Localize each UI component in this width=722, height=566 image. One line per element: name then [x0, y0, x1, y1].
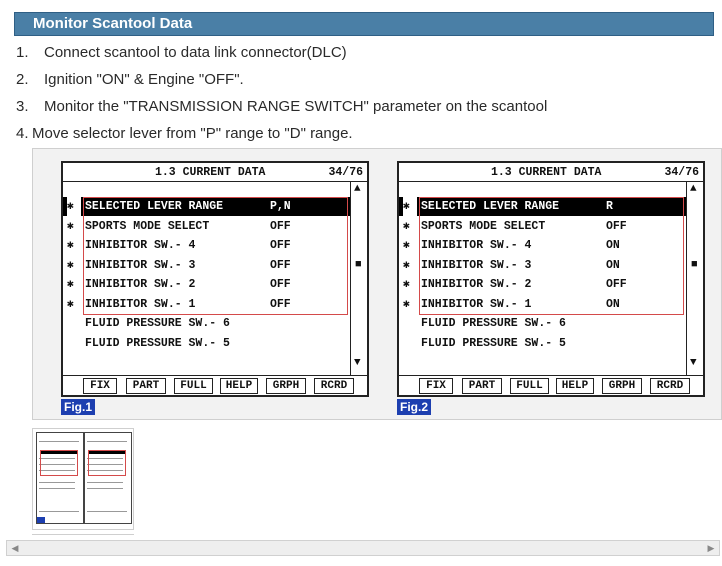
scroll-divider	[350, 181, 351, 375]
grph-button[interactable]: GRPH	[602, 378, 642, 394]
data-row[interactable]: FLUID PRESSURE SW.- 5	[399, 334, 686, 353]
scroll-right-icon[interactable]: ▶	[703, 541, 719, 555]
data-row[interactable]: FLUID PRESSURE SW.- 6	[399, 314, 686, 333]
scantool-screen-fig1: 1.3 CURRENT DATA 34/76 ▲ ■ ▼ ✱ SELECTED …	[61, 161, 369, 397]
screen-page-count: 34/76	[664, 166, 699, 179]
title-rule	[399, 181, 703, 182]
fix-button[interactable]: FIX	[419, 378, 453, 394]
highlight-box	[83, 197, 348, 315]
scroll-thumb-icon[interactable]: ■	[691, 259, 698, 271]
function-button-bar: FIX PART FULL HELP GRPH RCRD	[63, 375, 367, 395]
screen-title-bar: 1.3 CURRENT DATA 34/76	[399, 164, 703, 181]
title-rule	[63, 181, 367, 182]
screen-title-bar: 1.3 CURRENT DATA 34/76	[63, 164, 367, 181]
step-2: 2. Ignition "ON" & Engine "OFF".	[16, 71, 244, 88]
thumbnail-fig1	[36, 432, 84, 524]
figure-panel: 1.3 CURRENT DATA 34/76 ▲ ■ ▼ ✱ SELECTED …	[32, 148, 722, 420]
step-4: 4. Move selector lever from "P" range to …	[16, 125, 353, 142]
part-button[interactable]: PART	[126, 378, 166, 394]
data-row[interactable]: FLUID PRESSURE SW.- 6	[63, 314, 350, 333]
scantool-screen-fig2: 1.3 CURRENT DATA 34/76 ▲ ■ ▼ ✱ SELECTED …	[397, 161, 705, 397]
grph-button[interactable]: GRPH	[266, 378, 306, 394]
scroll-divider	[686, 181, 687, 375]
figure-label-2: Fig.2	[397, 399, 432, 415]
step-3: 3. Monitor the "TRANSMISSION RANGE SWITCH…	[16, 98, 548, 115]
help-button[interactable]: HELP	[556, 378, 594, 394]
section-header: Monitor Scantool Data	[14, 12, 714, 36]
screen-title: 1.3 CURRENT DATA	[491, 166, 602, 179]
scroll-down-arrow-icon[interactable]: ▼	[354, 357, 361, 369]
step-1: 1. Connect scantool to data link connecto…	[16, 44, 347, 61]
screen-title: 1.3 CURRENT DATA	[155, 166, 266, 179]
scroll-left-icon[interactable]: ◀	[7, 541, 23, 555]
highlight-box	[419, 197, 684, 315]
function-button-bar: FIX PART FULL HELP GRPH RCRD	[399, 375, 703, 395]
thumbnail-label	[37, 517, 45, 523]
rcrd-button[interactable]: RCRD	[650, 378, 690, 394]
part-button[interactable]: PART	[462, 378, 502, 394]
figure-label-1: Fig.1	[61, 399, 96, 415]
data-row[interactable]: FLUID PRESSURE SW.- 5	[63, 334, 350, 353]
scroll-down-arrow-icon[interactable]: ▼	[690, 357, 697, 369]
scroll-up-arrow-icon[interactable]: ▲	[690, 183, 697, 195]
horizontal-scrollbar[interactable]: ◀ ▶	[6, 540, 720, 556]
rcrd-button[interactable]: RCRD	[314, 378, 354, 394]
scroll-thumb-icon[interactable]: ■	[355, 259, 362, 271]
fix-button[interactable]: FIX	[83, 378, 117, 394]
figure-thumbnail[interactable]	[32, 428, 134, 530]
help-button[interactable]: HELP	[220, 378, 258, 394]
full-button[interactable]: FULL	[174, 378, 213, 394]
screen-page-count: 34/76	[328, 166, 363, 179]
scroll-up-arrow-icon[interactable]: ▲	[354, 183, 361, 195]
full-button[interactable]: FULL	[510, 378, 549, 394]
section-title: Monitor Scantool Data	[33, 15, 193, 32]
thumbnail-fig2	[84, 432, 132, 524]
